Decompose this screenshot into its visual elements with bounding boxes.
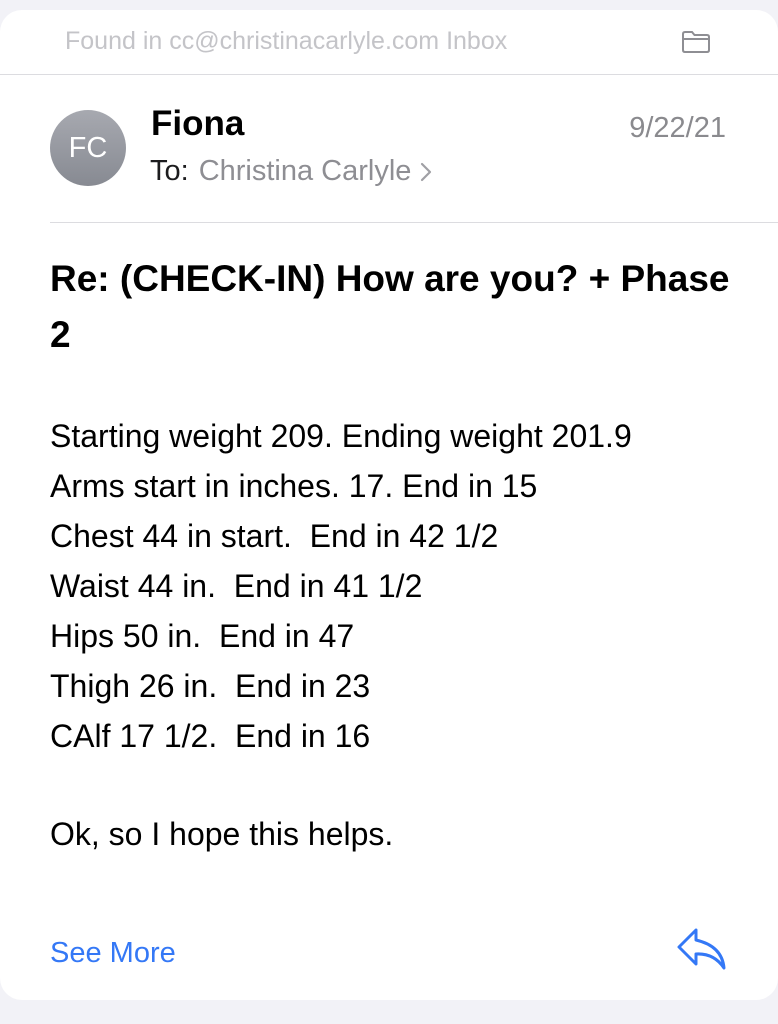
email-body: Starting weight 209. Ending weight 201.9… <box>50 411 750 761</box>
header-divider <box>50 222 778 223</box>
body-line: Chest 44 in start. End in 42 1/2 <box>50 518 499 554</box>
body-line: Hips 50 in. End in 47 <box>50 618 355 654</box>
avatar[interactable]: FC <box>50 110 126 186</box>
message-date: 9/22/21 <box>629 112 726 144</box>
recipients-row[interactable]: To: Christina Carlyle <box>150 155 433 188</box>
email-closing: Ok, so I hope this helps. <box>50 816 394 852</box>
reply-icon[interactable] <box>676 926 728 972</box>
chevron-right-icon[interactable] <box>419 161 433 183</box>
recipient-name[interactable]: Christina Carlyle <box>199 155 412 188</box>
email-card: Found in cc@christinacarlyle.com Inbox F… <box>0 10 778 1000</box>
found-in-bar[interactable]: Found in cc@christinacarlyle.com Inbox <box>0 10 778 75</box>
email-subject: Re: (CHECK-IN) How are you? + Phase 2 <box>50 258 730 355</box>
folder-icon[interactable] <box>681 30 711 54</box>
sender-name[interactable]: Fiona <box>151 104 244 144</box>
body-line: CAlf 17 1/2. End in 16 <box>50 718 371 754</box>
see-more-link[interactable]: See More <box>50 937 176 970</box>
body-line: Waist 44 in. End in 41 1/2 <box>50 568 423 604</box>
body-line: Starting weight 209. Ending weight 201.9 <box>50 418 632 454</box>
found-in-text: Found in cc@christinacarlyle.com Inbox <box>65 27 508 55</box>
to-label: To: <box>150 155 189 187</box>
body-line: Arms start in inches. 17. End in 15 <box>50 468 538 504</box>
body-line: Thigh 26 in. End in 23 <box>50 668 371 704</box>
avatar-initials: FC <box>68 131 108 164</box>
